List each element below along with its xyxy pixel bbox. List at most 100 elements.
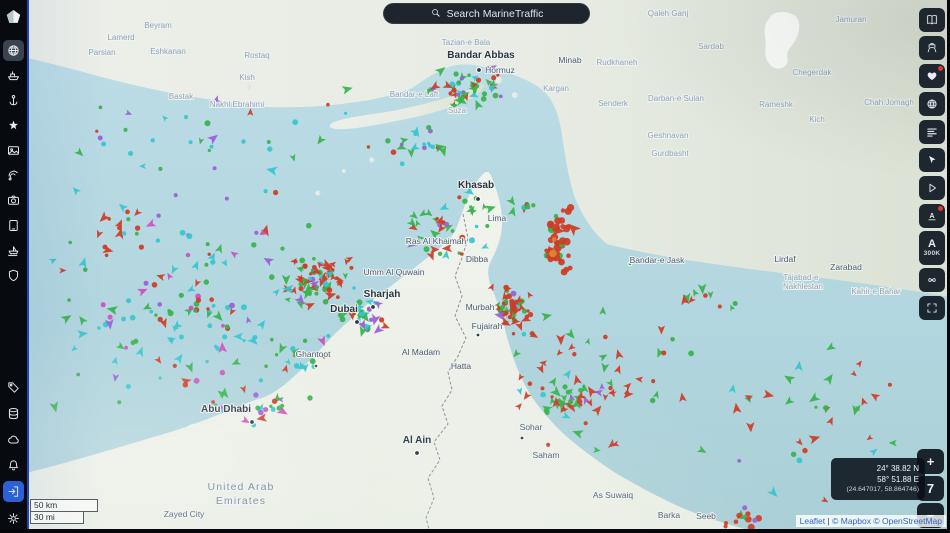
vessel-marker-dot[interactable] (280, 246, 285, 251)
vessel-marker-dot[interactable] (737, 459, 742, 463)
vessel-marker-dot[interactable] (369, 317, 374, 322)
vessel-marker-dot[interactable] (558, 258, 563, 263)
vessel-marker-dot[interactable] (157, 302, 162, 307)
vessel-marker-dot[interactable] (207, 323, 213, 329)
vessel-marker-dot[interactable] (453, 71, 459, 77)
vessel-marker-dot[interactable] (209, 144, 214, 149)
vessel-marker-dot[interactable] (209, 297, 214, 302)
vessel-marker-dot[interactable] (267, 146, 273, 152)
vessel-marker-dot[interactable] (303, 263, 308, 268)
vessel-marker-dot[interactable] (790, 451, 797, 457)
vessel-marker-dot[interactable] (263, 189, 268, 194)
mapbox-link[interactable]: © Mapbox (832, 516, 871, 526)
vessel-marker-dot[interactable] (531, 203, 536, 208)
vessel-marker-dot[interactable] (83, 267, 88, 273)
vessel-marker-dot[interactable] (504, 311, 509, 315)
vessel-marker-dot[interactable] (887, 382, 892, 387)
vessel-marker-dot[interactable] (273, 189, 279, 196)
vessel-marker-dot[interactable] (385, 138, 391, 144)
vessel-marker-dot[interactable] (130, 340, 136, 346)
vessel-marker-dot[interactable] (307, 276, 313, 281)
vessel-marker-dot[interactable] (427, 141, 431, 146)
vessel-count-panel[interactable]: A 300K (919, 231, 945, 265)
vessel-marker-dot[interactable] (651, 379, 656, 384)
vessel-marker-dot[interactable] (314, 291, 319, 296)
vessel-marker-dot[interactable] (154, 313, 158, 317)
vessel-marker-dot[interactable] (258, 409, 264, 416)
vessel-marker-dot[interactable] (661, 350, 667, 356)
vessel-marker-dot[interactable] (204, 120, 211, 127)
vessel-marker-dot[interactable] (558, 237, 567, 245)
vessel-marker-dot[interactable] (379, 317, 385, 323)
vessel-marker-dot[interactable] (270, 337, 274, 342)
sidebar-item-notifications[interactable] (3, 455, 24, 476)
vessel-marker-dot[interactable] (188, 140, 193, 145)
vessel-marker-dot[interactable] (322, 286, 328, 293)
vessel-marker-dot[interactable] (97, 326, 101, 330)
vessel-marker-dot[interactable] (546, 442, 551, 447)
vessel-marker-dot[interactable] (264, 364, 268, 369)
vessel-marker-dot[interactable] (274, 353, 279, 357)
vessel-marker-dot[interactable] (255, 405, 261, 411)
vessel-marker-dot[interactable] (182, 382, 188, 388)
vessel-marker-dot[interactable] (489, 85, 495, 91)
vessel-marker-dot[interactable] (566, 253, 571, 258)
vessel-marker-dot[interactable] (823, 405, 829, 411)
vessel-marker-dot[interactable] (125, 209, 130, 215)
vessel-marker-dot[interactable] (150, 138, 155, 143)
vessel-marker-dot[interactable] (128, 151, 134, 156)
vessel-marker-dot[interactable] (188, 305, 194, 311)
vessel-marker-dot[interactable] (327, 288, 331, 292)
vessel-marker-dot[interactable] (215, 346, 220, 351)
vessel-marker-dot[interactable] (212, 166, 217, 171)
vessel-marker-dot[interactable] (796, 457, 803, 464)
vessel-marker-dot[interactable] (121, 231, 127, 236)
map-canvas[interactable]: Bandar Abbas Dubai Sharjah Abu Dhabi Al Ain K… (0, 0, 950, 533)
vessel-marker-dot[interactable] (504, 296, 508, 300)
vessel-marker-dot[interactable] (156, 213, 161, 218)
vessel-marker-dot[interactable] (562, 384, 568, 390)
vessel-marker-dot[interactable] (271, 398, 278, 404)
vessel-marker-dot[interactable] (482, 91, 487, 97)
vessel-marker-dot[interactable] (567, 204, 575, 212)
vessel-marker-dot[interactable] (193, 308, 198, 313)
vessel-marker-dot[interactable] (437, 251, 443, 256)
vessel-marker-dot[interactable] (462, 198, 468, 204)
vessel-marker-dot[interactable] (485, 224, 490, 228)
vessel-marker-dot[interactable] (435, 217, 439, 221)
voyage-planner-button[interactable]: A (919, 204, 945, 228)
vessel-marker-dot[interactable] (309, 358, 316, 365)
vessel-marker-dot[interactable] (104, 253, 109, 258)
vessel-marker-dot[interactable] (583, 421, 588, 426)
vessel-marker-dot[interactable] (224, 196, 229, 201)
vessel-marker-dot[interactable] (266, 140, 271, 144)
vessel-marker-dot[interactable] (444, 221, 450, 227)
vessel-marker-dot[interactable] (670, 337, 675, 342)
vessel-marker-dot[interactable] (307, 395, 313, 401)
vessel-marker-dot[interactable] (205, 359, 209, 364)
vessel-marker-dot[interactable] (134, 225, 141, 231)
vessel-marker-dot[interactable] (802, 447, 808, 454)
vessel-marker-dot[interactable] (457, 195, 462, 200)
vessel-marker-dot[interactable] (322, 281, 329, 288)
sidebar-item-vessels[interactable] (3, 65, 24, 86)
vessel-marker-dot[interactable] (298, 282, 303, 286)
sidebar-item-ais-stations[interactable] (3, 165, 24, 186)
vessel-marker-dot[interactable] (178, 292, 184, 298)
vessel-marker-dot[interactable] (339, 316, 346, 323)
vessel-marker-dot[interactable] (450, 229, 455, 233)
vessel-marker-dot[interactable] (204, 262, 209, 267)
vessel-marker-dot[interactable] (269, 274, 275, 280)
vessel-marker-dot[interactable] (498, 94, 503, 99)
vessel-marker-dot[interactable] (211, 303, 216, 308)
sidebar-item-lights[interactable] (3, 115, 24, 136)
vessel-marker-dot[interactable] (352, 286, 356, 290)
vessel-marker-dot[interactable] (423, 246, 430, 253)
vessel-marker-dot[interactable] (292, 119, 299, 126)
vessel-marker-dot[interactable] (205, 242, 210, 247)
vessel-marker-dot[interactable] (179, 229, 186, 236)
vessel-marker-dot[interactable] (562, 224, 571, 233)
vessel-marker-dot[interactable] (143, 280, 149, 286)
vessel-marker-dot[interactable] (572, 352, 577, 357)
vessel-marker-dot[interactable] (229, 302, 235, 309)
